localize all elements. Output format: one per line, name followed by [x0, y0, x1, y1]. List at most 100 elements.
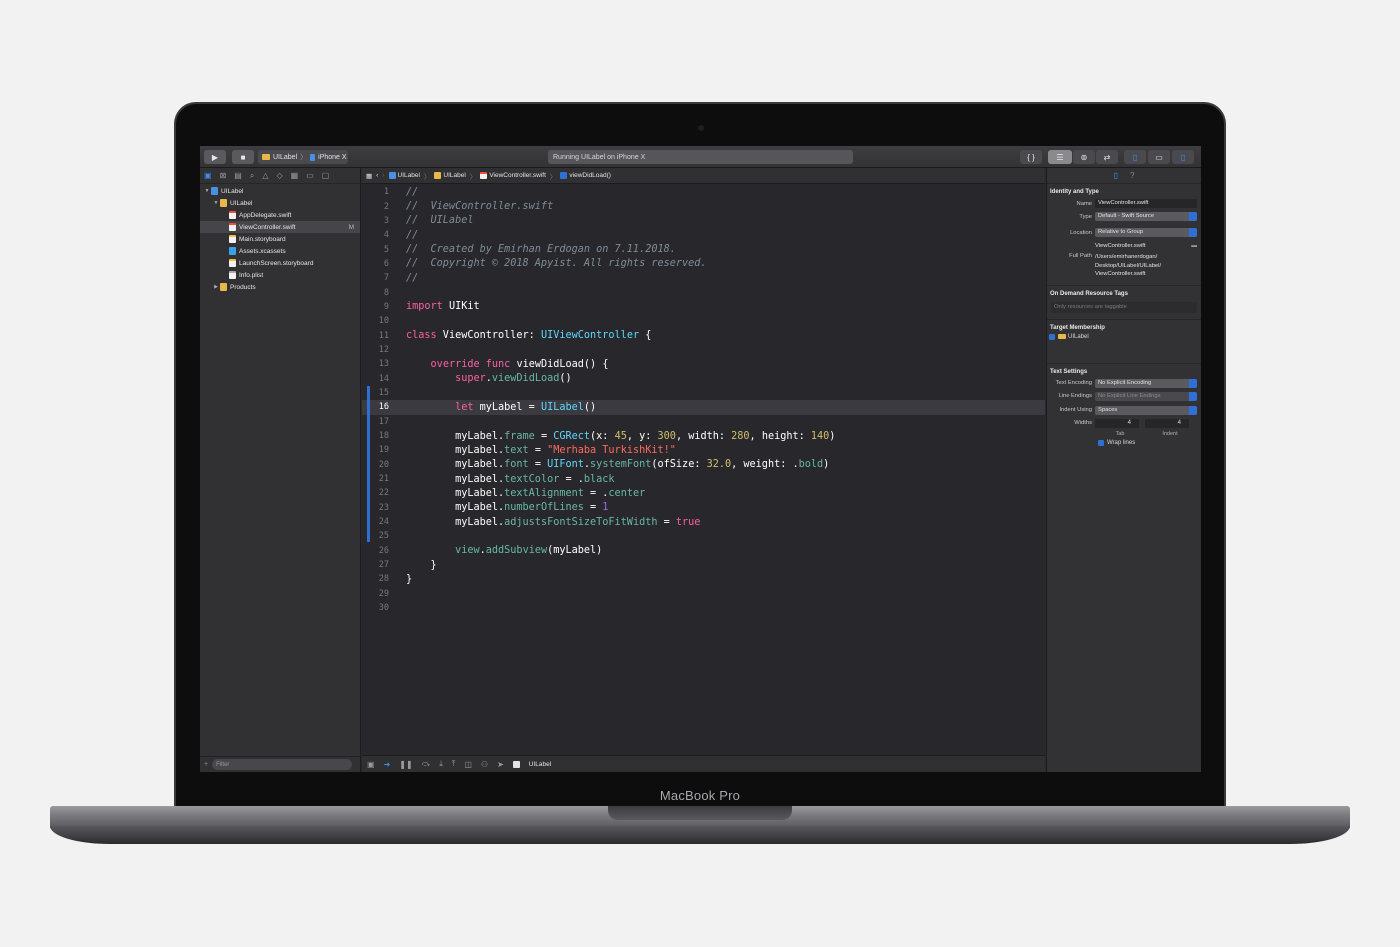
disclosure-open-icon[interactable]: ▼	[203, 188, 211, 194]
line-number[interactable]: 5	[362, 245, 395, 255]
line-number[interactable]: 3	[362, 216, 395, 226]
pause-icon[interactable]: ❚❚	[399, 760, 412, 769]
tree-item[interactable]: ViewController.swift M	[200, 221, 360, 233]
tree-item[interactable]: Info.plist	[200, 269, 360, 281]
line-number[interactable]: 30	[362, 603, 395, 613]
code-line[interactable]: 23 myLabel.numberOfLines = 1	[362, 501, 1045, 515]
type-popup[interactable]: Default - Swift Source	[1095, 212, 1197, 221]
add-icon[interactable]: +	[204, 761, 208, 768]
back-icon[interactable]: ‹	[376, 172, 378, 179]
code-line[interactable]: 18 myLabel.frame = CGRect(x: 45, y: 300,…	[362, 429, 1045, 443]
location-icon[interactable]: ➤	[497, 760, 504, 769]
version-editor-button[interactable]: ⇄	[1096, 150, 1118, 164]
breakpoints-icon[interactable]: ➜	[384, 760, 391, 769]
jump-crumb-group[interactable]: UILabel	[434, 171, 466, 179]
line-number[interactable]: 14	[362, 374, 395, 384]
code-line[interactable]: 7 //	[362, 271, 1045, 285]
step-into-icon[interactable]: ⤓	[439, 759, 443, 769]
code-line[interactable]: 5 // Created by Emirhan Erdogan on 7.11.2…	[362, 242, 1045, 256]
line-number[interactable]: 1	[362, 187, 395, 197]
disclosure-open-icon[interactable]: ▼	[212, 200, 220, 206]
code-line[interactable]: 12	[362, 343, 1045, 357]
code-line[interactable]: 11 class ViewController: UIViewController…	[362, 328, 1045, 342]
code-line[interactable]: 16 let myLabel = UILabel()	[362, 400, 1045, 415]
toggle-navigator-button[interactable]: ▯	[1124, 150, 1146, 164]
membership-checkbox[interactable]	[1049, 333, 1055, 340]
code-line[interactable]: 27 }	[362, 558, 1045, 572]
code-line[interactable]: 6 // Copyright © 2018 Apyist. All rights …	[362, 257, 1045, 271]
disclosure-closed-icon[interactable]: ▶	[212, 284, 220, 290]
code-line[interactable]: 13 override func viewDidLoad() {	[362, 357, 1045, 371]
code-line[interactable]: 10	[362, 314, 1045, 328]
line-number[interactable]: 4	[362, 230, 395, 240]
code-line[interactable]: 4 //	[362, 228, 1045, 242]
line-number[interactable]: 8	[362, 288, 395, 298]
forward-icon[interactable]: ›	[382, 172, 384, 179]
tab-width-stepper[interactable]: 4	[1095, 418, 1139, 428]
line-number[interactable]: 13	[362, 359, 395, 369]
line-number[interactable]: 26	[362, 546, 395, 556]
grid-icon[interactable]: ▦	[366, 172, 372, 180]
filter-input[interactable]: Filter	[212, 759, 353, 770]
file-icon[interactable]: ▯	[1114, 171, 1118, 180]
name-field[interactable]: ViewController.swift	[1095, 199, 1197, 208]
code-line[interactable]: 28}	[362, 572, 1045, 586]
test-icon[interactable]: ◇	[276, 171, 282, 180]
code-line[interactable]: 9 import UIKit	[362, 300, 1045, 314]
run-button[interactable]: ▶	[204, 150, 226, 164]
code-line[interactable]: 17	[362, 415, 1045, 429]
warning-icon[interactable]: △	[262, 171, 268, 180]
code-line[interactable]: 24 myLabel.adjustsFontSizeToFitWidth = t…	[362, 515, 1045, 529]
code-line[interactable]: 2 // ViewController.swift	[362, 199, 1045, 213]
line-number[interactable]: 29	[362, 589, 395, 599]
view-hierarchy-icon[interactable]: ◫	[464, 760, 472, 769]
encoding-popup[interactable]: No Explicit Encoding	[1095, 378, 1197, 388]
jump-crumb-project[interactable]: UILabel	[388, 171, 420, 179]
stop-button[interactable]: ■	[232, 150, 254, 164]
endings-popup[interactable]: No Explicit Line Endings	[1095, 391, 1197, 401]
line-number[interactable]: 12	[362, 345, 395, 355]
source-control-icon[interactable]: ⊠	[220, 171, 227, 180]
tree-item[interactable]: ▼ UILabel	[200, 197, 360, 209]
breakpoint-icon[interactable]: ▭	[306, 171, 314, 180]
tree-item[interactable]: ▶ Products	[200, 281, 360, 293]
toggle-debug-area-button[interactable]: ▭	[1148, 150, 1170, 164]
assistant-editor-button[interactable]: ⊚	[1073, 150, 1095, 164]
code-line[interactable]: 26 view.addSubview(myLabel)	[362, 544, 1045, 558]
code-line[interactable]: 3 // UILabel	[362, 214, 1045, 228]
report-icon[interactable]: ▢	[322, 171, 330, 180]
standard-editor-button[interactable]: ☰	[1048, 150, 1072, 164]
scheme-selector[interactable]: UILabel 〉 iPhone X	[258, 150, 348, 164]
symbol-icon[interactable]: ▤	[234, 171, 242, 180]
indent-width-stepper[interactable]: 4	[1145, 418, 1189, 428]
line-number[interactable]: 9	[362, 302, 395, 312]
folder-icon[interactable]: ▣	[204, 171, 212, 180]
code-line[interactable]: 19 myLabel.text = "Merhaba TurkishKit!"	[362, 443, 1045, 457]
line-number[interactable]: 2	[362, 202, 395, 212]
jump-crumb-file[interactable]: ViewController.swift	[480, 171, 546, 179]
line-number[interactable]: 27	[362, 560, 395, 570]
indent-popup[interactable]: Spaces	[1095, 405, 1197, 415]
tree-item[interactable]: AppDelegate.swift	[200, 209, 360, 221]
code-line[interactable]: 1 //	[362, 185, 1045, 199]
help-icon[interactable]: ?	[1130, 171, 1134, 180]
code-line[interactable]: 25	[362, 529, 1045, 543]
line-number[interactable]: 11	[362, 331, 395, 341]
line-number[interactable]: 7	[362, 273, 395, 283]
tree-item[interactable]: Assets.xcassets	[200, 245, 360, 257]
wrap-lines-checkbox[interactable]	[1098, 439, 1104, 446]
odr-tags-field[interactable]: Only resources are taggable	[1051, 301, 1197, 313]
code-area[interactable]: 1 // 2 // ViewController.swift 3 // UILabel 4 /…	[362, 185, 1045, 615]
tree-item[interactable]: Main.storyboard	[200, 233, 360, 245]
jump-crumb-method[interactable]: viewDidLoad()	[560, 171, 611, 179]
step-out-icon[interactable]: ⤒	[452, 759, 456, 769]
tree-item[interactable]: ▼ UILabel	[200, 185, 360, 197]
console-toggle-icon[interactable]: ▣	[367, 760, 375, 769]
toggle-inspector-button[interactable]: ▯	[1172, 150, 1194, 164]
code-line[interactable]: 20 myLabel.font = UIFont.systemFont(ofSi…	[362, 458, 1045, 472]
code-line[interactable]: 30	[362, 601, 1045, 615]
code-line[interactable]: 14 super.viewDidLoad()	[362, 371, 1045, 385]
tree-item[interactable]: LaunchScreen.storyboard	[200, 257, 360, 269]
line-number[interactable]: 6	[362, 259, 395, 269]
code-line[interactable]: 15	[362, 386, 1045, 400]
